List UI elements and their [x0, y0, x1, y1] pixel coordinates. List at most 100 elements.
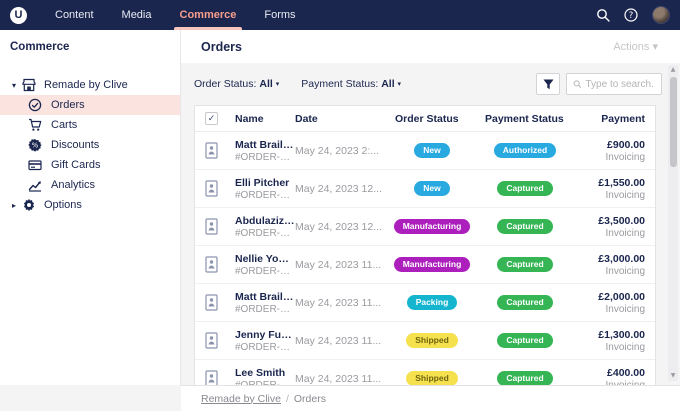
payment-status-badge: Captured: [497, 295, 552, 310]
scrollbar-thumb[interactable]: [670, 77, 677, 167]
order-date: May 24, 2023 11...: [295, 373, 387, 385]
column-header-date[interactable]: Date: [295, 113, 387, 125]
search-icon[interactable]: [596, 8, 610, 22]
main-body: Order Status: All ▾ Payment Status: All …: [181, 63, 680, 385]
order-customer-name[interactable]: Lee Smith: [235, 367, 295, 379]
order-amount: £900.00: [573, 139, 645, 151]
orders-table-body: Matt Brailsford #ORDER-01240-50201-8LDRM…: [195, 132, 655, 385]
cart-icon: [28, 118, 42, 132]
top-nav: Content Media Commerce Forms: [41, 0, 310, 30]
orders-icon: [28, 98, 42, 112]
table-row[interactable]: Lee Smith #ORDER-01239-38120-5NDK4 May 2…: [195, 360, 655, 385]
umbraco-logo-icon[interactable]: U: [10, 7, 27, 24]
top-nav-commerce[interactable]: Commerce: [166, 0, 251, 30]
sidebar-item-discounts[interactable]: % Discounts: [0, 135, 180, 155]
order-status-badge: Manufacturing: [394, 219, 471, 234]
payment-status-filter[interactable]: Payment Status: All ▾: [301, 78, 401, 90]
order-number: #ORDER-01239-39042-4LZBK: [235, 304, 295, 315]
top-bar: U Content Media Commerce Forms ?: [0, 0, 680, 30]
scroll-down-arrow[interactable]: ▼: [668, 371, 678, 381]
order-customer-name[interactable]: Matt Brailsford: [235, 291, 295, 303]
receipt-icon: [205, 142, 218, 159]
column-header-payment-status[interactable]: Payment Status: [477, 113, 573, 125]
order-amount: £2,000.00: [573, 291, 645, 303]
order-date: May 24, 2023 11...: [295, 335, 387, 347]
order-amount: £1,550.00: [573, 177, 645, 189]
sidebar-item-label: Analytics: [51, 179, 95, 191]
funnel-icon: [543, 79, 554, 90]
column-header-name[interactable]: Name: [235, 113, 295, 125]
order-status-badge: New: [414, 143, 449, 158]
scroll-up-arrow[interactable]: ▲: [668, 65, 678, 75]
sidebar-item-options[interactable]: ▸ Options: [0, 195, 180, 215]
order-customer-name[interactable]: Matt Brailsford: [235, 139, 295, 151]
discount-badge-icon: %: [28, 138, 42, 152]
order-date: May 24, 2023 12...: [295, 183, 387, 195]
payment-status-badge: Captured: [497, 333, 552, 348]
breadcrumb: Remade by Clive / Orders: [181, 385, 680, 411]
sidebar-item-analytics[interactable]: Analytics: [0, 175, 180, 195]
orders-table-header: ✓ Name Date Order Status Payment Status …: [195, 106, 655, 132]
chevron-down-icon: ▾: [276, 80, 280, 88]
top-nav-forms[interactable]: Forms: [250, 0, 309, 30]
order-number: #ORDER-01239-40207-YNN8G: [235, 228, 295, 239]
table-row[interactable]: Nellie Young #ORDER-01239-39079-8DRYN Ma…: [195, 246, 655, 284]
order-payment-method: Invoicing: [573, 304, 645, 315]
table-row[interactable]: Elli Pitcher #ORDER-01239-40339-7SH73 Ma…: [195, 170, 655, 208]
filter-toggle-button[interactable]: [536, 73, 560, 95]
svg-text:%: %: [32, 142, 39, 150]
help-icon[interactable]: ?: [624, 8, 638, 22]
table-row[interactable]: Matt Brailsford #ORDER-01240-50201-8LDRM…: [195, 132, 655, 170]
sidebar-item-label: Options: [44, 199, 82, 211]
column-header-payment[interactable]: Payment: [573, 113, 645, 125]
actions-button[interactable]: Actions ▾: [613, 40, 658, 53]
order-customer-name[interactable]: Elli Pitcher: [235, 177, 295, 189]
order-customer-name[interactable]: Jenny Furbanks: [235, 329, 295, 341]
order-status-badge: Shipped: [406, 371, 458, 385]
order-customer-name[interactable]: Abdulaziz Al Otaibi: [235, 215, 295, 227]
store-icon: [22, 78, 36, 92]
breadcrumb-store-link[interactable]: Remade by Clive: [201, 393, 281, 405]
top-nav-media[interactable]: Media: [108, 0, 166, 30]
order-amount: £1,300.00: [573, 329, 645, 341]
vertical-scrollbar[interactable]: ▲ ▼: [668, 65, 678, 381]
sidebar-item-label: Orders: [51, 99, 85, 111]
order-payment-method: Invoicing: [573, 152, 645, 163]
sidebar-item-label: Carts: [51, 119, 77, 131]
breadcrumb-current: Orders: [294, 393, 326, 405]
chevron-down-icon: ▾: [398, 80, 402, 88]
sidebar-item-label: Remade by Clive: [44, 79, 128, 91]
payment-status-filter-value: All: [381, 78, 394, 90]
payment-status-badge: Captured: [497, 371, 552, 385]
payment-status-badge: Captured: [497, 219, 552, 234]
order-customer-name[interactable]: Nellie Young: [235, 253, 295, 265]
table-row[interactable]: Abdulaziz Al Otaibi #ORDER-01239-40207-Y…: [195, 208, 655, 246]
sidebar-item-gift-cards[interactable]: Gift Cards: [0, 155, 180, 175]
payment-status-badge: Captured: [497, 257, 552, 272]
receipt-icon: [205, 294, 218, 311]
order-amount: £3,500.00: [573, 215, 645, 227]
sidebar-item-carts[interactable]: Carts: [0, 115, 180, 135]
select-all-checkbox[interactable]: ✓: [205, 112, 218, 125]
search-icon: [573, 79, 581, 89]
user-avatar[interactable]: [652, 6, 670, 24]
sidebar-item-orders[interactable]: Orders: [0, 95, 180, 115]
orders-search: [566, 73, 662, 95]
search-input[interactable]: [585, 79, 655, 90]
column-header-order-status[interactable]: Order Status: [387, 113, 477, 125]
receipt-icon: [205, 180, 218, 197]
page-title: Orders: [201, 40, 242, 54]
receipt-icon: [205, 256, 218, 273]
chevron-down-icon[interactable]: ▾: [6, 81, 22, 90]
top-nav-content[interactable]: Content: [41, 0, 108, 30]
table-row[interactable]: Matt Brailsford #ORDER-01239-39042-4LZBK…: [195, 284, 655, 322]
order-date: May 24, 2023 11...: [295, 259, 387, 271]
table-row[interactable]: Jenny Furbanks #ORDER-01239-38836-4RT66 …: [195, 322, 655, 360]
orders-table: ✓ Name Date Order Status Payment Status …: [194, 105, 656, 385]
chevron-right-icon[interactable]: ▸: [6, 201, 22, 210]
sidebar-item-store-root[interactable]: ▾ Remade by Clive: [0, 75, 180, 95]
order-status-filter[interactable]: Order Status: All ▾: [194, 78, 279, 90]
order-number: #ORDER-01240-50201-8LDRM: [235, 152, 295, 163]
filter-bar: Order Status: All ▾ Payment Status: All …: [194, 72, 662, 96]
sidebar-item-label: Discounts: [51, 139, 99, 151]
